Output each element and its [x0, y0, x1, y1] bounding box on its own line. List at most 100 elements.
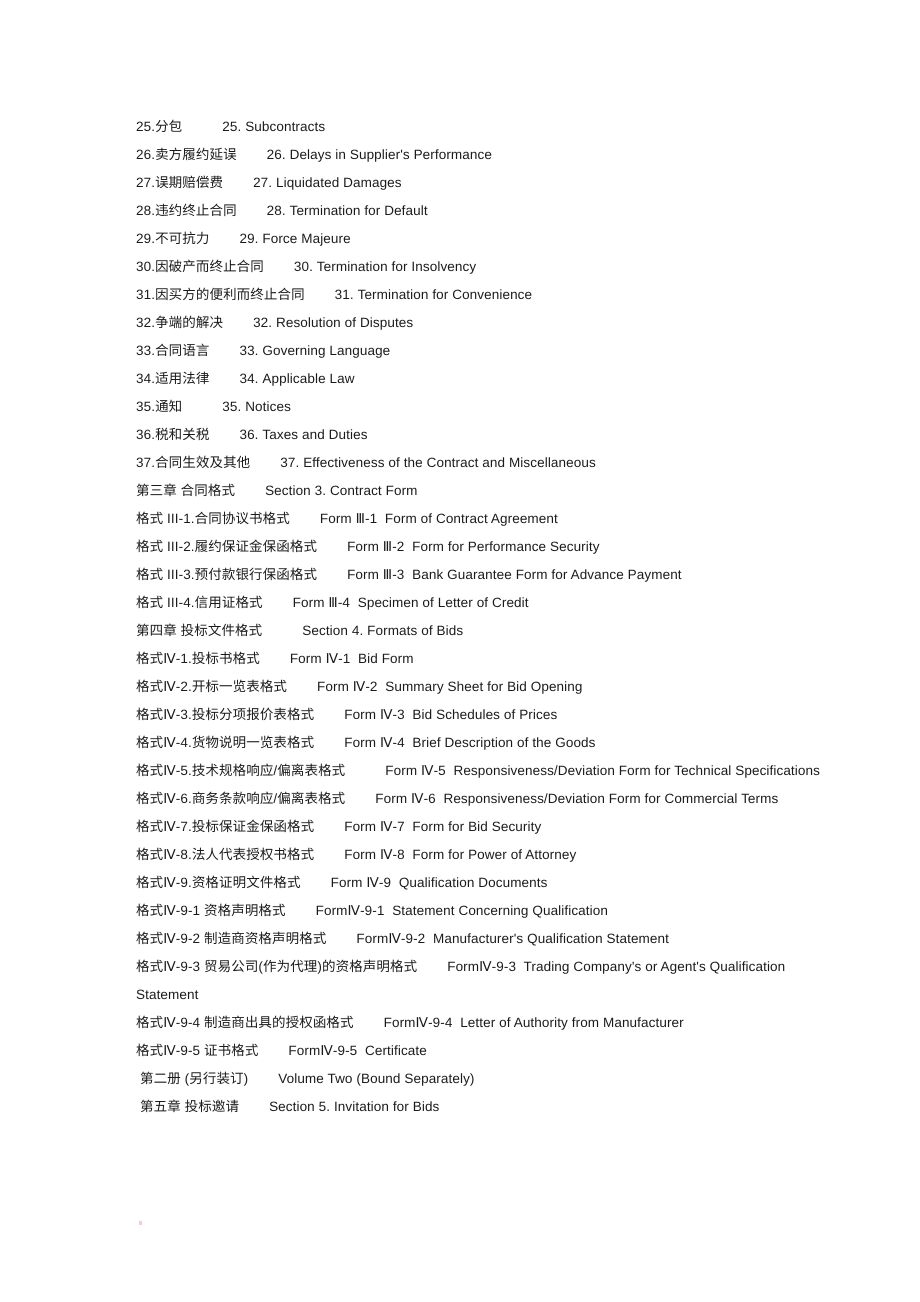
- toc-entry-chinese: 格式Ⅳ-5.技术规格响应/偏离表格式: [136, 763, 346, 778]
- toc-entry-english: Form Ⅳ-2 Summary Sheet for Bid Opening: [317, 679, 583, 694]
- toc-entry-english: 28. Termination for Default: [266, 203, 428, 218]
- toc-entry-english: Form Ⅲ-2 Form for Performance Security: [347, 539, 600, 554]
- toc-entry: 29.不可抗力 29. Force Majeure: [136, 225, 836, 253]
- toc-entry: 35.通知 35. Notices: [136, 393, 836, 421]
- toc-entry-english: 36. Taxes and Duties: [239, 427, 368, 442]
- toc-entry-chinese: 第三章 合同格式: [136, 483, 236, 498]
- toc-entry: 格式Ⅳ-9-3 贸易公司(作为代理)的资格声明格式 FormⅣ-9-3 Tradi…: [136, 953, 836, 1009]
- toc-entry-english: Section 5. Invitation for Bids: [269, 1099, 440, 1114]
- toc-entry: 格式Ⅳ-9-4 制造商出具的授权函格式 FormⅣ-9-4 Letter of A…: [136, 1009, 836, 1037]
- toc-entry: 格式Ⅳ-8.法人代表授权书格式 Form Ⅳ-8 Form for Power o…: [136, 841, 836, 869]
- toc-entry-chinese: 格式Ⅳ-9-1 资格声明格式: [136, 903, 286, 918]
- toc-entry-chinese: 33.合同语言: [136, 343, 210, 358]
- toc-entry: 31.因买方的便利而终止合同 31. Termination for Conven…: [136, 281, 836, 309]
- toc-entry-chinese: 37.合同生效及其他: [136, 455, 251, 470]
- toc-entry-english: 35. Notices: [222, 399, 291, 414]
- toc-entry: 格式Ⅳ-9-5 证书格式 FormⅣ-9-5 Certificate: [136, 1037, 836, 1065]
- toc-entry-chinese: 格式Ⅳ-4.货物说明一览表格式: [136, 735, 315, 750]
- toc-entry-chinese: 格式Ⅳ-2.开标一览表格式: [136, 679, 288, 694]
- toc-entry-english: Form Ⅲ-4 Specimen of Letter of Credit: [292, 595, 529, 610]
- toc-entry-chinese: 格式Ⅳ-9-2 制造商资格声明格式: [136, 931, 327, 946]
- toc-entry: 格式 III-2.履约保证金保函格式 Form Ⅲ-2 Form for Perf…: [136, 533, 836, 561]
- toc-entry-english: FormⅣ-9-4 Letter of Authority from Manuf…: [383, 1015, 684, 1030]
- toc-entry-chinese: 格式Ⅳ-9-4 制造商出具的授权函格式: [136, 1015, 354, 1030]
- toc-entry: 格式 III-3.预付款银行保函格式 Form Ⅲ-3 Bank Guarante…: [136, 561, 836, 589]
- toc-entry: 格式Ⅳ-7.投标保证金保函格式 Form Ⅳ-7 Form for Bid Sec…: [136, 813, 836, 841]
- toc-entry-chinese: 第四章 投标文件格式: [136, 623, 263, 638]
- toc-entry: 26.卖方履约延误 26. Delays in Supplier's Perfor…: [136, 141, 836, 169]
- toc-entry: 34.适用法律 34. Applicable Law: [136, 365, 836, 393]
- toc-entry-english: Form Ⅳ-9 Qualification Documents: [330, 875, 548, 890]
- toc-entry-chinese: 34.适用法律: [136, 371, 210, 386]
- toc-entry: 格式Ⅳ-9.资格证明文件格式 Form Ⅳ-9 Qualification Doc…: [136, 869, 836, 897]
- toc-entry-english: Form Ⅲ-3 Bank Guarantee Form for Advance…: [347, 567, 682, 582]
- toc-entry-chinese: 格式 III-3.预付款银行保函格式: [136, 567, 318, 582]
- toc-entry-english: Form Ⅳ-5 Responsiveness/Deviation Form f…: [385, 763, 820, 778]
- toc-entry: 格式Ⅳ-4.货物说明一览表格式 Form Ⅳ-4 Brief Descriptio…: [136, 729, 836, 757]
- toc-entry: 第四章 投标文件格式 Section 4. Formats of Bids: [136, 617, 836, 645]
- toc-entry-chinese: 格式 III-4.信用证格式: [136, 595, 263, 610]
- toc-entry-chinese: 26.卖方履约延误: [136, 147, 237, 162]
- toc-entry-chinese: 格式Ⅳ-9-3 贸易公司(作为代理)的资格声明格式: [136, 959, 418, 974]
- toc-entry: 27.误期赔偿费 27. Liquidated Damages: [136, 169, 836, 197]
- toc-entry-english: 31. Termination for Convenience: [334, 287, 533, 302]
- toc-entry: 格式Ⅳ-9-1 资格声明格式 FormⅣ-9-1 Statement Concer…: [136, 897, 836, 925]
- scan-artifact: [139, 1221, 142, 1225]
- toc-entry-english: Section 3. Contract Form: [265, 483, 418, 498]
- toc-entry: 格式Ⅳ-3.投标分项报价表格式 Form Ⅳ-3 Bid Schedules of…: [136, 701, 836, 729]
- toc-entry-chinese: 36.税和关税: [136, 427, 210, 442]
- toc-entry-english: FormⅣ-9-1 Statement Concerning Qualifica…: [315, 903, 608, 918]
- toc-entry-chinese: 31.因买方的便利而终止合同: [136, 287, 305, 302]
- toc-entry-chinese: 28.违约终止合同: [136, 203, 237, 218]
- toc-entry-chinese: 格式Ⅳ-1.投标书格式: [136, 651, 260, 666]
- toc-entry-chinese: 格式Ⅳ-8.法人代表授权书格式: [136, 847, 315, 862]
- toc-entry: 格式 III-1.合同协议书格式 Form Ⅲ-1 Form of Contrac…: [136, 505, 836, 533]
- toc-entry: 33.合同语言 33. Governing Language: [136, 337, 836, 365]
- toc-entry: 格式Ⅳ-5.技术规格响应/偏离表格式 Form Ⅳ-5 Responsivenes…: [136, 757, 836, 785]
- toc-entry-english: Form Ⅳ-6 Responsiveness/Deviation Form f…: [375, 791, 779, 806]
- toc-entry: 32.争端的解决 32. Resolution of Disputes: [136, 309, 836, 337]
- toc-entry-chinese: 32.争端的解决: [136, 315, 224, 330]
- toc-entry: 第二册 (另行装订) Volume Two (Bound Separately): [136, 1065, 836, 1093]
- toc-entry-chinese: 格式 III-2.履约保证金保函格式: [136, 539, 318, 554]
- toc-entry-english: 34. Applicable Law: [239, 371, 355, 386]
- toc-entry-english: Form Ⅳ-8 Form for Power of Attorney: [344, 847, 577, 862]
- toc-entry: 格式Ⅳ-6.商务条款响应/偏离表格式 Form Ⅳ-6 Responsivenes…: [136, 785, 836, 813]
- toc-entry: 37.合同生效及其他 37. Effectiveness of the Contr…: [136, 449, 836, 477]
- toc-entry-english: Form Ⅳ-1 Bid Form: [289, 651, 414, 666]
- toc-entry-chinese: 30.因破产而终止合同: [136, 259, 264, 274]
- toc-entry: 30.因破产而终止合同 30. Termination for Insolvenc…: [136, 253, 836, 281]
- document-page: 25.分包 25. Subcontracts 26.卖方履约延误 26. Delays…: [0, 0, 920, 1302]
- toc-entry-english: Section 4. Formats of Bids: [302, 623, 464, 638]
- toc-entry-english: 32. Resolution of Disputes: [253, 315, 414, 330]
- toc-entry-english: 26. Delays in Supplier's Performance: [266, 147, 492, 162]
- toc-entry-english: Form Ⅳ-7 Form for Bid Security: [344, 819, 542, 834]
- toc-entry-chinese: 格式Ⅳ-7.投标保证金保函格式: [136, 819, 315, 834]
- toc-entry: 28.违约终止合同 28. Termination for Default: [136, 197, 836, 225]
- toc-entry: 25.分包 25. Subcontracts: [136, 113, 836, 141]
- toc-entry: 格式 III-4.信用证格式 Form Ⅲ-4 Specimen of Lette…: [136, 589, 836, 617]
- toc-entry-chinese: 格式Ⅳ-9.资格证明文件格式: [136, 875, 301, 890]
- table-of-contents-list: 25.分包 25. Subcontracts 26.卖方履约延误 26. Delays…: [136, 113, 836, 1121]
- toc-entry-english: 37. Effectiveness of the Contract and Mi…: [280, 455, 596, 470]
- toc-entry-chinese: 29.不可抗力: [136, 231, 210, 246]
- toc-entry: 第三章 合同格式 Section 3. Contract Form: [136, 477, 836, 505]
- toc-entry-english: 29. Force Majeure: [239, 231, 351, 246]
- toc-entry-english: Volume Two (Bound Separately): [278, 1071, 475, 1086]
- toc-entry-chinese: 格式Ⅳ-9-5 证书格式: [136, 1043, 259, 1058]
- toc-entry-english: FormⅣ-9-2 Manufacturer's Qualification S…: [356, 931, 669, 946]
- toc-entry-english: Form Ⅲ-1 Form of Contract Agreement: [319, 511, 558, 526]
- toc-entry-chinese: 27.误期赔偿费: [136, 175, 224, 190]
- toc-entry-chinese: 35.通知: [136, 399, 183, 414]
- toc-entry-chinese: 第五章 投标邀请: [140, 1099, 240, 1114]
- toc-entry: 格式Ⅳ-1.投标书格式 Form Ⅳ-1 Bid Form: [136, 645, 836, 673]
- toc-entry-chinese: 25.分包: [136, 119, 183, 134]
- toc-entry-chinese: 格式 III-1.合同协议书格式: [136, 511, 290, 526]
- toc-entry-english: 25. Subcontracts: [222, 119, 326, 134]
- toc-entry-english: Form Ⅳ-3 Bid Schedules of Prices: [344, 707, 558, 722]
- toc-entry: 第五章 投标邀请 Section 5. Invitation for Bids: [136, 1093, 836, 1121]
- toc-entry-chinese: 第二册 (另行装订): [140, 1071, 249, 1086]
- toc-entry-english: 33. Governing Language: [239, 343, 391, 358]
- toc-entry-english: FormⅣ-9-5 Certificate: [288, 1043, 427, 1058]
- toc-entry-english: 30. Termination for Insolvency: [293, 259, 477, 274]
